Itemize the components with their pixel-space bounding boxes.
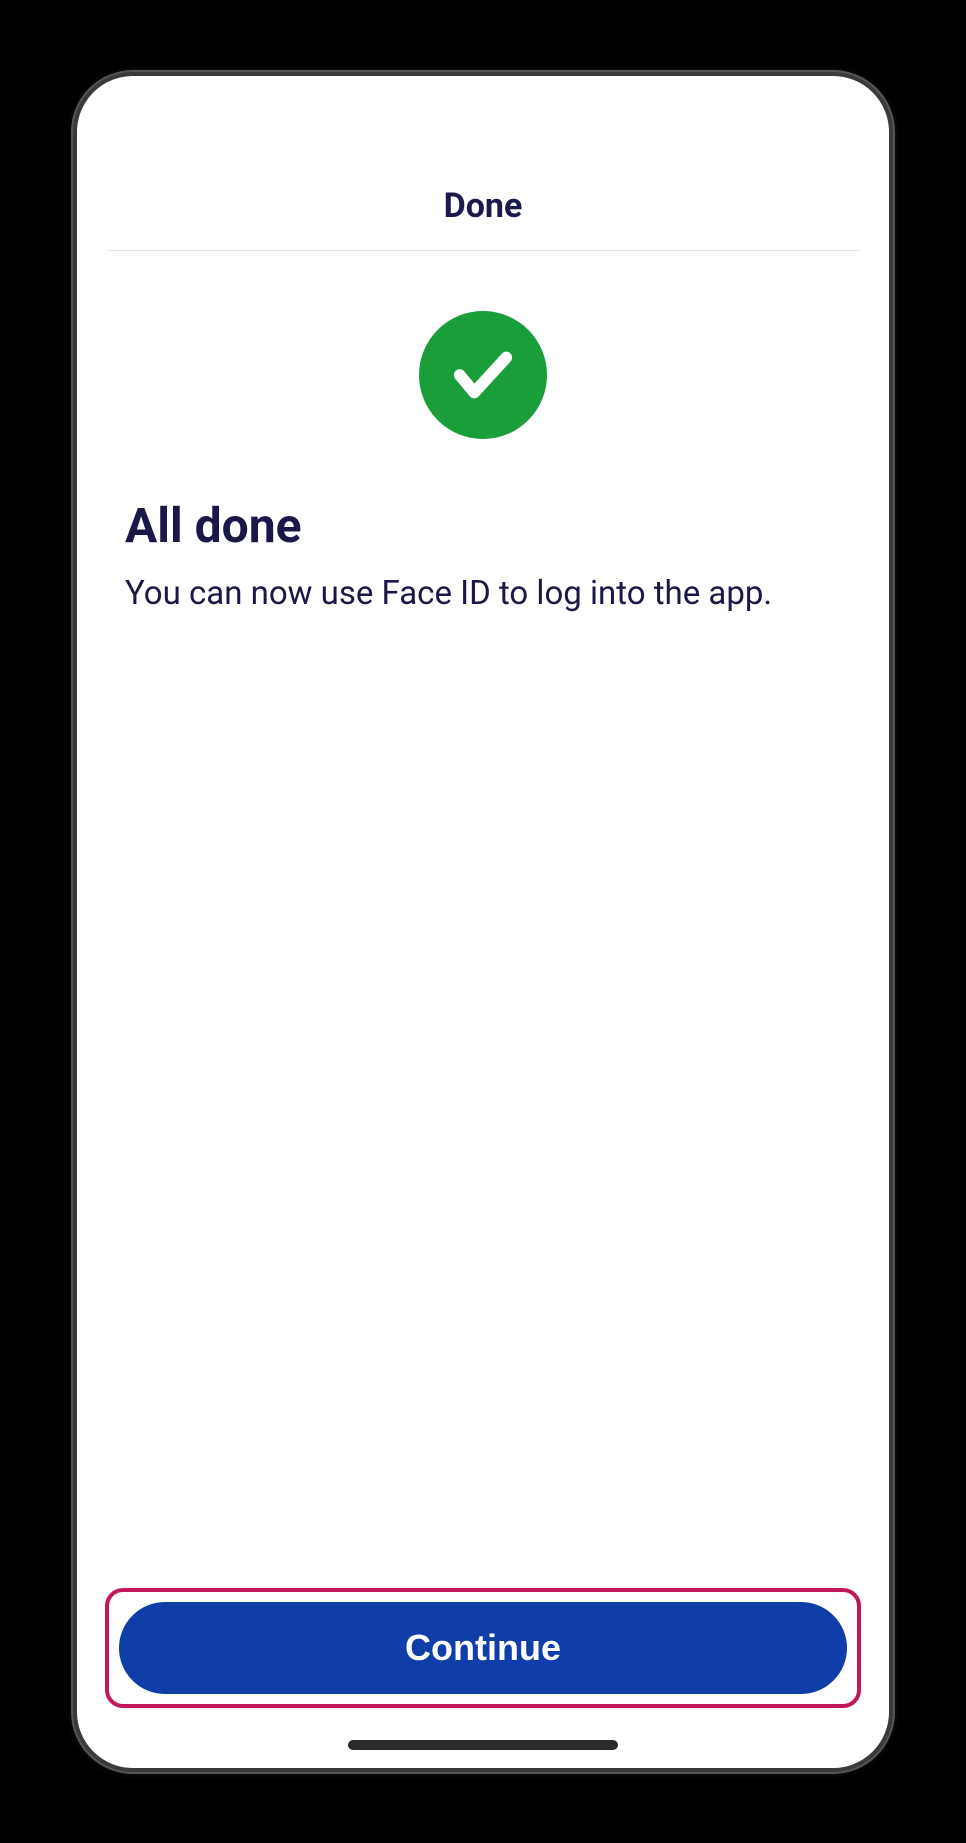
header: Done [77, 186, 889, 250]
success-check-icon [419, 311, 547, 439]
continue-button-label: Continue [405, 1627, 561, 1669]
button-highlight: Continue [105, 1588, 861, 1708]
device-frame: Done All done You can now use Face ID to… [73, 72, 893, 1772]
main-heading: All done [125, 497, 841, 554]
header-title: Done [107, 186, 859, 226]
sub-text: You can now use Face ID to log into the … [125, 570, 841, 618]
check-wrapper [125, 311, 841, 439]
continue-button[interactable]: Continue [119, 1602, 847, 1694]
status-bar [77, 76, 889, 186]
home-indicator [348, 1740, 618, 1750]
content: All done You can now use Face ID to log … [77, 251, 889, 1588]
